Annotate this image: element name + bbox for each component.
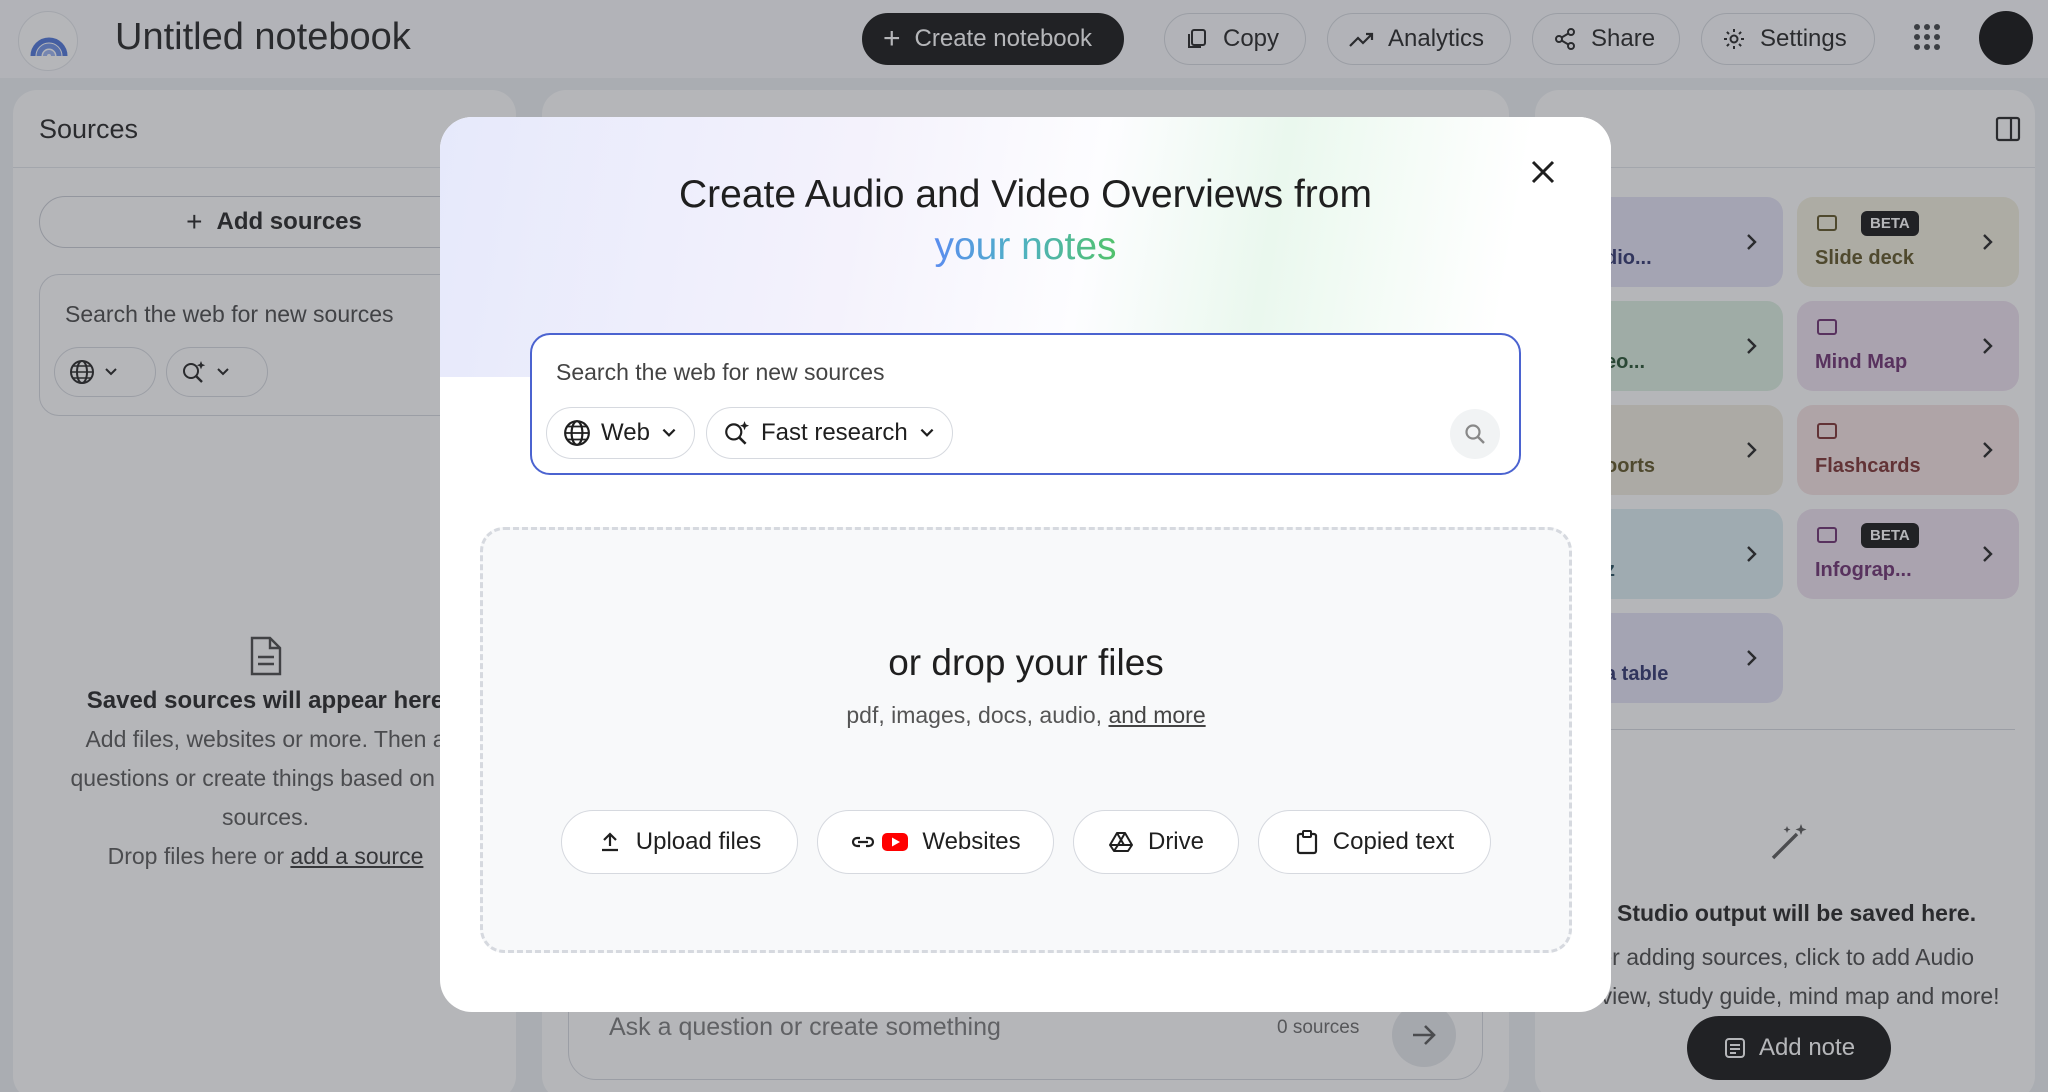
- upload-files-button[interactable]: Upload files: [561, 810, 798, 874]
- chevron-down-icon: [662, 428, 676, 437]
- websites-label: Websites: [922, 828, 1021, 855]
- drop-subtitle-text: pdf, images, docs, audio,: [846, 702, 1103, 728]
- research-mode-dropdown[interactable]: Fast research: [706, 407, 953, 459]
- file-drop-zone[interactable]: or drop your files pdf, images, docs, au…: [480, 527, 1572, 953]
- globe-icon: [564, 420, 590, 446]
- link-icon: [852, 836, 875, 848]
- web-chip-label: Web: [601, 419, 650, 446]
- youtube-icon: [882, 833, 909, 851]
- sparkle-search-icon: [725, 421, 750, 445]
- drive-button[interactable]: Drive: [1073, 810, 1239, 874]
- drive-label: Drive: [1147, 828, 1204, 855]
- copied-text-button[interactable]: Copied text: [1258, 810, 1491, 874]
- drop-subtitle: pdf, images, docs, audio, and more: [483, 702, 1569, 729]
- copied-text-label: Copied text: [1332, 828, 1455, 855]
- dialog-title-highlight: your notes: [934, 225, 1117, 268]
- dialog-search-button[interactable]: [1450, 409, 1500, 459]
- chevron-down-icon: [920, 428, 934, 437]
- websites-button[interactable]: Websites: [817, 810, 1054, 874]
- and-more-link[interactable]: and more: [1108, 702, 1205, 728]
- upload-files-label: Upload files: [635, 828, 762, 855]
- drive-icon: [1108, 832, 1133, 852]
- clipboard-icon: [1296, 830, 1317, 855]
- add-sources-dialog: Create Audio and Video Overviews from yo…: [440, 117, 1611, 1012]
- dialog-search-placeholder: Search the web for new sources: [556, 359, 885, 385]
- dialog-title: Create Audio and Video Overviews from yo…: [440, 169, 1611, 273]
- close-icon[interactable]: [1526, 155, 1560, 189]
- drop-title: or drop your files: [888, 642, 1164, 683]
- research-chip-label: Fast research: [761, 419, 908, 446]
- dialog-search-box[interactable]: Search the web for new sources Web Fast …: [530, 333, 1521, 475]
- web-source-dropdown[interactable]: Web: [546, 407, 695, 459]
- dialog-title-line1: Create Audio and Video Overviews from: [679, 173, 1372, 216]
- upload-icon: [601, 832, 618, 852]
- search-icon: [1465, 424, 1485, 444]
